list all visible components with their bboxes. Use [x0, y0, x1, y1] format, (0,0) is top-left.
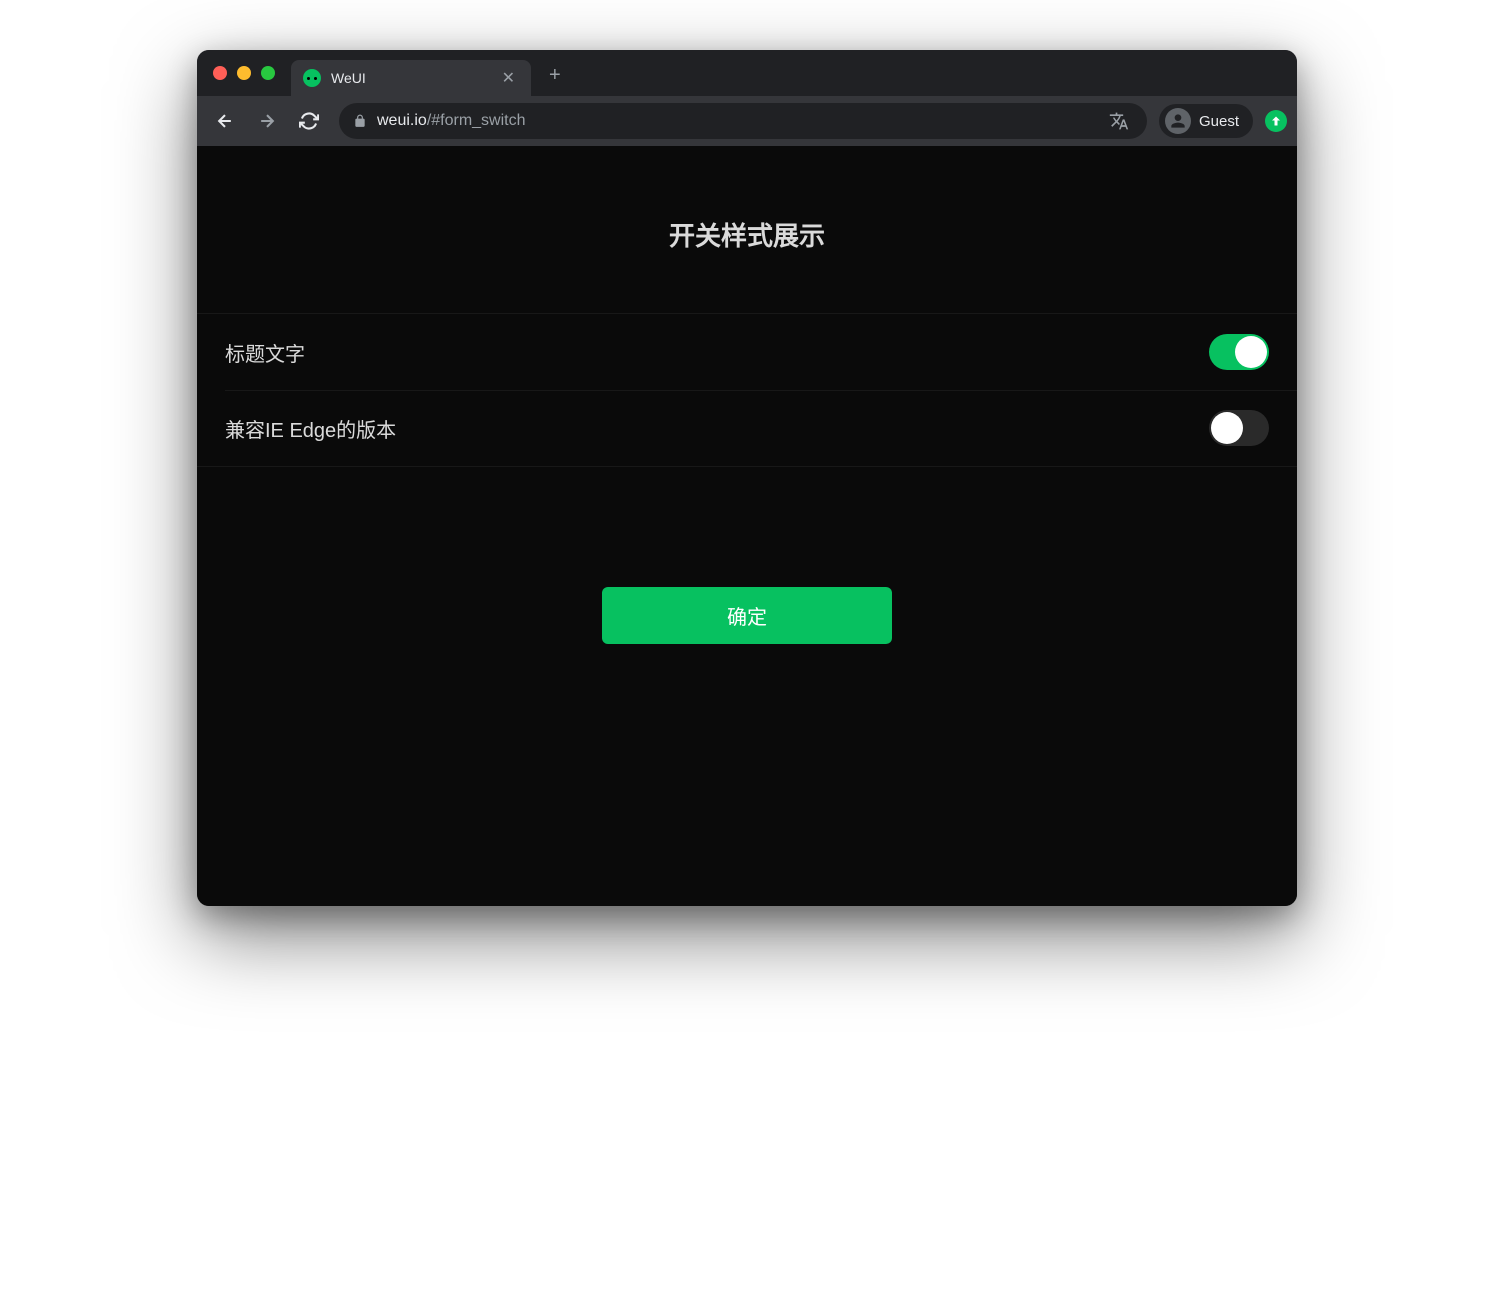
reload-icon [299, 111, 319, 131]
wechat-icon [303, 69, 321, 87]
switch-toggle[interactable] [1209, 410, 1269, 446]
close-icon[interactable]: ✕ [498, 66, 519, 90]
address-bar[interactable]: weui.io/#form_switch [339, 103, 1147, 139]
switch-label: 兼容IE Edge的版本 [225, 414, 396, 443]
button-area: 确定 [197, 467, 1297, 644]
switch-cell: 兼容IE Edge的版本 [197, 390, 1297, 466]
profile-name: Guest [1199, 113, 1239, 130]
window-maximize-button[interactable] [261, 66, 275, 80]
window-controls [209, 66, 283, 80]
switch-knob [1211, 412, 1243, 444]
url-host: weui.io [377, 112, 427, 129]
profile-chip[interactable]: Guest [1159, 104, 1253, 138]
translate-icon[interactable] [1105, 107, 1133, 135]
switch-label: 标题文字 [225, 338, 305, 367]
forward-button[interactable] [249, 103, 285, 139]
arrow-right-icon [257, 111, 277, 131]
url-text: weui.io/#form_switch [377, 112, 1095, 130]
tab-bar: WeUI ✕ + [197, 50, 1297, 96]
submit-button[interactable]: 确定 [602, 587, 892, 644]
browser-toolbar: weui.io/#form_switch Guest [197, 96, 1297, 146]
update-available-icon[interactable] [1265, 110, 1287, 132]
page-content: 开关样式展示 标题文字 兼容IE Edge的版本 确定 [197, 146, 1297, 906]
url-path: /#form_switch [427, 112, 526, 129]
new-tab-button[interactable]: + [539, 60, 571, 91]
window-close-button[interactable] [213, 66, 227, 80]
tab-title: WeUI [331, 70, 488, 86]
arrow-left-icon [215, 111, 235, 131]
browser-window: WeUI ✕ + weui.io/#form_switch [197, 50, 1297, 906]
window-minimize-button[interactable] [237, 66, 251, 80]
avatar-icon [1165, 108, 1191, 134]
lock-icon [353, 114, 367, 128]
browser-tab[interactable]: WeUI ✕ [291, 60, 531, 96]
switch-knob [1235, 336, 1267, 368]
back-button[interactable] [207, 103, 243, 139]
switch-cell: 标题文字 [197, 314, 1297, 390]
switch-toggle[interactable] [1209, 334, 1269, 370]
reload-button[interactable] [291, 103, 327, 139]
page-title: 开关样式展示 [197, 146, 1297, 313]
form-cells: 标题文字 兼容IE Edge的版本 [197, 313, 1297, 467]
